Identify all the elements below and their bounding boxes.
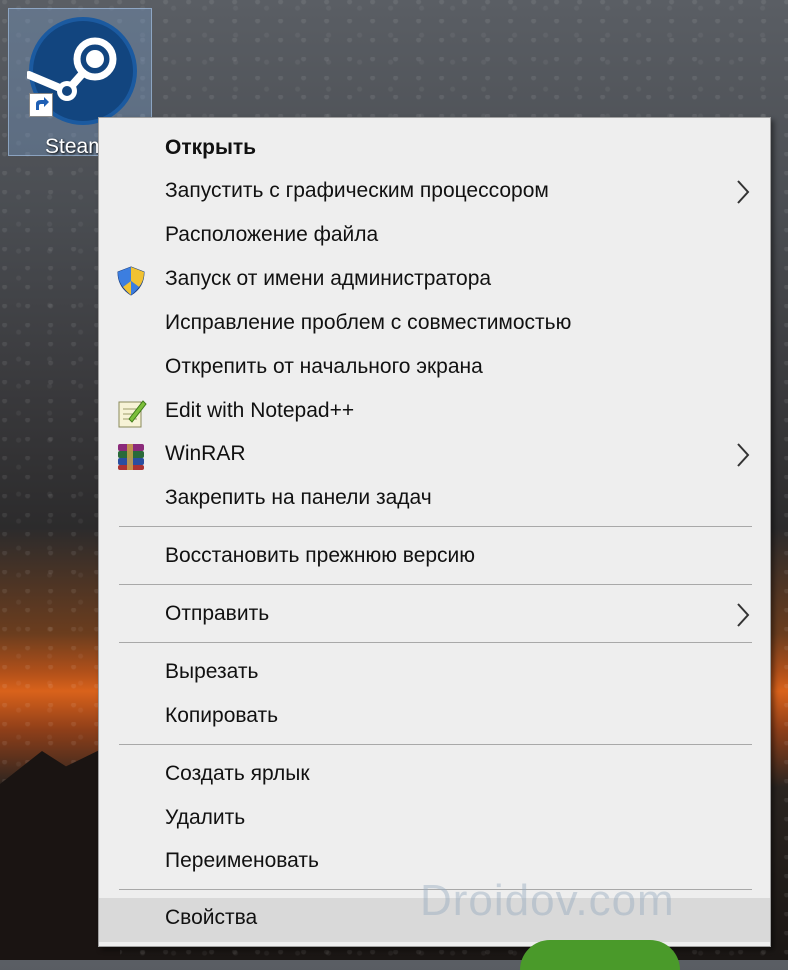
menu-item-label: Исправление проблем с совместимостью xyxy=(165,311,572,334)
menu-item-restore-previous[interactable]: Восстановить прежнюю версию xyxy=(99,536,770,580)
menu-item-file-location[interactable]: Расположение файла xyxy=(99,215,770,259)
menu-separator xyxy=(119,526,752,527)
site-watermark: Droidov.com xyxy=(420,876,675,925)
menu-item-label: Восстановить прежнюю версию xyxy=(165,544,476,567)
menu-item-unpin-start[interactable]: Открепить от начального экрана xyxy=(99,347,770,391)
menu-item-copy[interactable]: Копировать xyxy=(99,696,770,740)
menu-item-label: Edit with Notepad++ xyxy=(165,399,355,422)
menu-item-label: Открыть xyxy=(165,136,257,159)
desktop-icon-label: Steam xyxy=(45,135,106,158)
notepadpp-icon xyxy=(118,400,147,428)
menu-item-label: Отправить xyxy=(165,602,270,625)
menu-separator xyxy=(119,584,752,585)
chevron-right-icon xyxy=(737,603,750,627)
menu-item-label: Свойства xyxy=(165,906,258,929)
menu-item-create-shortcut[interactable]: Создать ярлык xyxy=(99,754,770,798)
wallpaper-plant xyxy=(520,940,680,970)
menu-item-edit-notepadpp[interactable]: Edit with Notepad++ xyxy=(99,391,770,435)
menu-item-label: Вырезать xyxy=(165,660,259,683)
menu-item-run-as-admin[interactable]: Запуск от имени администратора xyxy=(99,259,770,303)
menu-item-label: Запуск от имени администратора xyxy=(165,267,492,290)
menu-separator xyxy=(119,744,752,745)
menu-item-open[interactable]: Открыть xyxy=(99,128,770,172)
uac-shield-icon xyxy=(117,266,145,296)
menu-item-delete[interactable]: Удалить xyxy=(99,798,770,842)
menu-separator xyxy=(119,642,752,643)
winrar-icon xyxy=(118,444,144,470)
menu-item-label: Открепить от начального экрана xyxy=(165,355,483,378)
menu-item-label: Создать ярлык xyxy=(165,762,310,785)
chevron-right-icon xyxy=(737,180,750,204)
chevron-right-icon xyxy=(737,443,750,467)
context-menu: Открыть Запустить с графическим процессо… xyxy=(98,117,771,947)
menu-item-send-to[interactable]: Отправить xyxy=(99,594,770,638)
menu-item-troubleshoot-compat[interactable]: Исправление проблем с совместимостью xyxy=(99,303,770,347)
menu-item-label: Удалить xyxy=(165,806,246,829)
shortcut-arrow-icon xyxy=(29,93,53,117)
menu-item-label: Переименовать xyxy=(165,849,319,872)
menu-item-label: Закрепить на панели задач xyxy=(165,486,432,509)
menu-item-cut[interactable]: Вырезать xyxy=(99,652,770,696)
menu-item-label: WinRAR xyxy=(165,442,246,465)
menu-item-winrar[interactable]: WinRAR xyxy=(99,434,770,478)
menu-item-label: Запустить с графическим процессором xyxy=(165,179,549,202)
menu-item-run-with-gpu[interactable]: Запустить с графическим процессором xyxy=(99,171,770,215)
menu-item-pin-taskbar[interactable]: Закрепить на панели задач xyxy=(99,478,770,522)
menu-item-label: Расположение файла xyxy=(165,223,379,246)
menu-item-label: Копировать xyxy=(165,704,279,727)
